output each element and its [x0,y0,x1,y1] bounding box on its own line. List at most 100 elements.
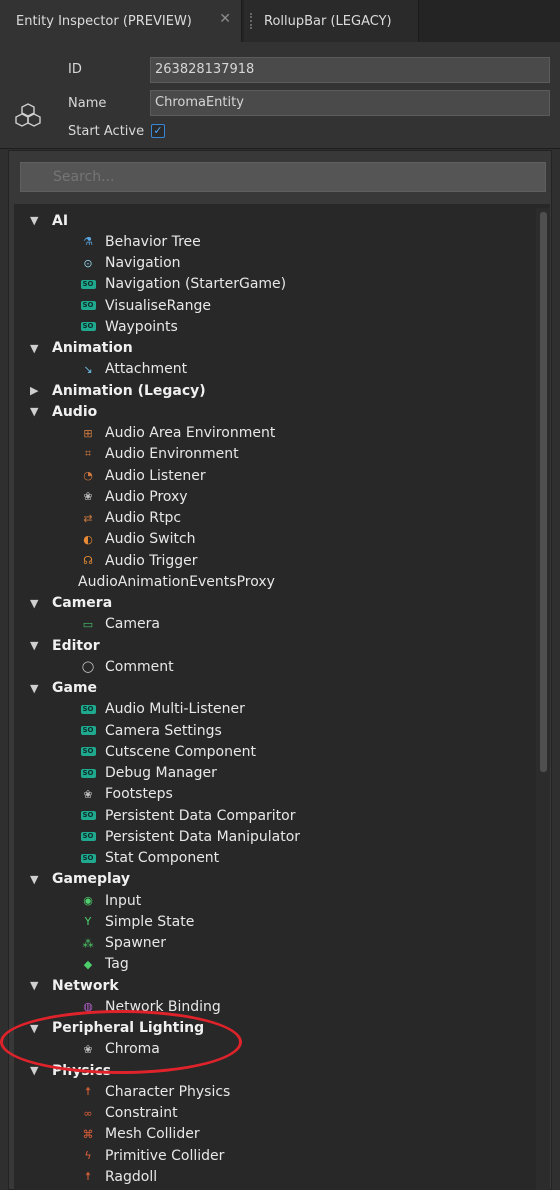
category-label: Audio [52,403,98,420]
component-item[interactable]: SO Stat Component [78,848,219,869]
component-label: Spawner [105,935,167,951]
category-network[interactable]: ▼ Network [30,975,119,996]
component-label: Audio Proxy [105,488,188,505]
component-item[interactable]: ϟ Primitive Collider [78,1145,224,1166]
component-item[interactable]: Y Simple State [78,911,195,932]
spawner-icon: ⁂ [82,936,94,950]
category-animation-legacy[interactable]: ▶ Animation (Legacy) [30,380,206,401]
component-item[interactable]: SO VisualiseRange [78,295,211,316]
component-item[interactable]: ▭ Camera [78,614,160,635]
component-item[interactable]: ⁂ Spawner [78,933,167,954]
component-item[interactable]: ❀ Footsteps [78,784,172,805]
component-icon: ❀ [83,1042,93,1056]
category-physics[interactable]: ▼ Physics [30,1060,111,1081]
component-item[interactable]: ⌗ Audio Environment [78,444,239,465]
component-item[interactable]: SO Camera Settings [78,720,222,741]
component-label: Comment [105,658,174,675]
chevron-down-icon[interactable]: ▼ [30,979,46,992]
component-item[interactable]: ❀ Chroma [78,1039,160,1060]
checkmark-icon: ✓ [153,124,163,137]
component-item[interactable]: ◉ Input [78,890,141,911]
component-item[interactable]: ☨ Ragdoll [78,1166,157,1187]
id-field[interactable]: 263828137918 [150,57,550,83]
category-peripheral-lighting[interactable]: ▼ Peripheral Lighting [30,1018,204,1039]
component-item[interactable]: ◔ Audio Listener [78,465,205,486]
search-input[interactable] [20,162,546,192]
chevron-down-icon[interactable]: ▼ [30,1064,46,1077]
category-ai[interactable]: ▼ AI [30,210,68,231]
component-item[interactable]: SO Persistent Data Manipulator [78,826,300,847]
component-item[interactable]: ◆ Tag [78,954,129,975]
category-editor[interactable]: ▼ Editor [30,635,100,656]
category-gameplay[interactable]: ▼ Gameplay [30,869,130,890]
component-label: VisualiseRange [105,297,211,314]
component-icon: ❀ [83,787,93,801]
chevron-down-icon[interactable]: ▼ [30,1022,46,1035]
component-item[interactable]: SO Debug Manager [78,763,217,784]
component-item[interactable]: ☨ Character Physics [78,1081,230,1102]
component-item[interactable]: ◐ Audio Switch [78,529,195,550]
name-field[interactable]: ChromaEntity [150,90,550,116]
id-label: ID [68,62,82,77]
component-item[interactable]: ↘ Attachment [78,359,187,380]
chevron-right-icon[interactable]: ▶ [30,384,46,397]
audio-area-icon: ⊞ [83,426,93,440]
component-item[interactable]: SO Persistent Data Comparitor [78,805,295,826]
chevron-down-icon[interactable]: ▼ [30,214,46,227]
drag-grip-icon[interactable] [250,13,254,29]
chevron-down-icon[interactable]: ▼ [30,405,46,418]
component-item[interactable]: SO Navigation (StarterGame) [78,274,286,295]
audio-listener-icon: ◔ [83,469,93,482]
component-item[interactable]: ☊ Audio Trigger [78,550,197,571]
tab-entity-inspector[interactable]: Entity Inspector (PREVIEW) ✕ [0,0,242,42]
component-item[interactable]: ∞ Constraint [78,1103,177,1124]
component-item[interactable]: ⊙ Navigation [78,253,180,274]
component-item[interactable]: ◍ Network Binding [78,996,221,1017]
component-label: Primitive Collider [105,1147,225,1164]
component-item[interactable]: SO Audio Multi-Listener [78,699,245,720]
close-icon[interactable]: ✕ [219,11,231,27]
start-active-checkbox[interactable]: ✓ [151,124,165,138]
script-badge-icon: SO [80,768,96,778]
state-icon: Y [84,915,92,929]
category-label: Game [52,680,98,696]
component-item[interactable]: ❀ Audio Proxy [78,486,188,507]
script-badge-icon: SO [80,811,96,820]
chevron-down-icon[interactable]: ▼ [30,342,46,355]
tag-icon: ◆ [83,957,93,971]
chevron-down-icon[interactable]: ▼ [30,873,46,886]
component-label: Navigation (StarterGame) [105,276,287,293]
component-item[interactable]: ⇄ Audio Rtpc [78,508,181,529]
component-item[interactable]: AudioAnimationEventsProxy [78,571,275,592]
category-animation[interactable]: ▼ Animation [30,338,133,359]
chevron-down-icon[interactable]: ▼ [30,682,46,695]
category-camera[interactable]: ▼ Camera [30,593,112,614]
chevron-down-icon[interactable]: ▼ [30,639,46,652]
component-item[interactable]: SO Cutscene Component [78,741,256,762]
component-item[interactable]: ⊞ Audio Area Environment [78,423,275,444]
comment-icon: ◯ [81,660,95,674]
component-item[interactable]: ◯ Comment [78,656,174,677]
component-label: Persistent Data Manipulator [105,828,301,845]
scrollbar-thumb[interactable] [540,212,547,772]
component-item[interactable]: SO Waypoints [78,316,178,337]
constraint-icon: ∞ [83,1106,93,1120]
input-icon: ◉ [83,894,93,907]
ragdoll-icon: ☨ [85,1170,91,1184]
script-badge-icon: SO [80,301,96,310]
chevron-down-icon[interactable]: ▼ [30,597,46,610]
category-label: Peripheral Lighting [52,1020,205,1036]
component-list: ▼ AI ⚗ Behavior Tree ⊙ Navigation SO Navigation… [14,204,550,1190]
category-label: Camera [52,595,113,611]
tab-rollupbar[interactable]: RollupBar (LEGACY) [244,0,419,42]
component-item[interactable]: ⌘ Mesh Collider [78,1124,200,1145]
script-badge-icon: SO [80,747,96,757]
component-label: Audio Environment [105,446,239,463]
category-game[interactable]: ▼ Game [30,678,97,699]
category-audio[interactable]: ▼ Audio [30,401,97,422]
category-label: Network [52,977,119,994]
component-item[interactable]: ⚗ Behavior Tree [78,231,201,252]
tab-label: Entity Inspector (PREVIEW) [16,13,192,29]
component-label: Debug Manager [105,765,217,781]
component-label: Mesh Collider [105,1126,200,1143]
